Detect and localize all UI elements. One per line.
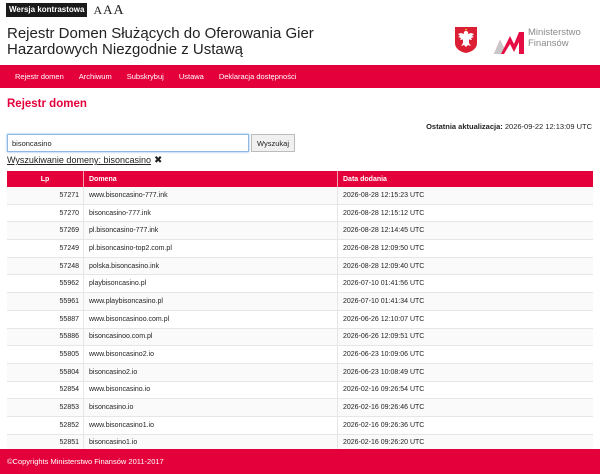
row-lp: 57248 <box>7 257 84 276</box>
row-domain: www.bisoncasino1.io <box>83 416 338 435</box>
ministry-logo[interactable]: Ministerstwo Finansów <box>492 26 592 58</box>
table-row: 57271 www.bisoncasino-777.ink 2026-08-28 1… <box>7 187 593 205</box>
row-lp: 57270 <box>7 204 84 223</box>
row-domain: www.playbisoncasino.pl <box>83 292 338 311</box>
row-date: 2026-08-28 12:15:23 UTC <box>337 187 593 205</box>
row-domain: www.bisoncasino2.io <box>83 345 338 364</box>
row-domain: bisoncasino2.io <box>83 363 338 382</box>
close-icon[interactable]: ✖ <box>154 155 162 165</box>
column-header-data[interactable]: Data dodania <box>337 171 593 187</box>
row-lp: 57249 <box>7 239 84 258</box>
ministry-logo-icon <box>494 32 524 54</box>
nav-item-archiwum[interactable]: Archiwum <box>71 72 119 81</box>
row-date: 2026-06-23 10:09:06 UTC <box>337 345 593 364</box>
main-navigation: Rejestr domen Archiwum Subskrybuj Ustawa… <box>0 65 600 88</box>
row-domain: bisoncasino-777.ink <box>83 204 338 223</box>
site-title[interactable]: Rejestr Domen Służących do Oferowania Gi… <box>7 26 447 58</box>
row-date: 2026-07-10 01:41:56 UTC <box>337 274 593 294</box>
contrast-toggle-button[interactable]: Wersja kontrastowa <box>6 3 88 17</box>
row-date: 2026-07-10 01:41:34 UTC <box>337 292 593 311</box>
row-domain: polska.bisoncasino.ink <box>83 257 338 276</box>
ministry-name-line2: Finansów <box>528 38 569 49</box>
active-query-label: Wyszukiwanie domeny: <box>7 155 101 165</box>
font-size-controls: AAA <box>93 2 124 19</box>
table-row: 55961 www.playbisoncasino.pl 2026-07-10 01… <box>7 292 593 311</box>
row-date: 2026-02-16 09:26:54 UTC <box>337 381 593 400</box>
last-update-value: 2026-09-22 12:13:09 UTC <box>504 122 592 131</box>
table-row: 52853 bisoncasino.io 2026-02-16 09:26:46 U… <box>7 398 593 417</box>
font-size-small-button[interactable]: A <box>93 3 103 17</box>
table-row: 55886 bisoncasinoo.com.pl 2026-06-26 12:09… <box>7 328 593 347</box>
row-lp: 55805 <box>7 345 84 364</box>
active-query-value: bisoncasino <box>103 155 152 165</box>
nav-item-deklaracja[interactable]: Deklaracja dostępności <box>211 72 304 81</box>
row-date: 2026-08-28 12:15:12 UTC <box>337 204 593 223</box>
domain-table: Lp Domena Data dodania 57271 www.bisoncas… <box>7 171 593 453</box>
table-row: 57248 polska.bisoncasino.ink 2026-08-28 12… <box>7 257 593 276</box>
column-header-lp[interactable]: Lp <box>7 171 84 187</box>
row-domain: www.bisoncasino.io <box>83 381 338 400</box>
site-header: Rejestr Domen Służących do Oferowania Gi… <box>7 26 447 58</box>
row-lp: 55962 <box>7 274 84 294</box>
row-domain: playbisoncasino.pl <box>83 274 338 294</box>
row-lp: 55961 <box>7 292 84 311</box>
table-row: 55804 bisoncasino2.io 2026-06-23 10:08:49 … <box>7 363 593 382</box>
row-lp: 55887 <box>7 310 84 329</box>
polish-eagle-icon <box>455 27 477 53</box>
row-lp: 55886 <box>7 328 84 347</box>
table-row: 55962 playbisoncasino.pl 2026-07-10 01:41:… <box>7 274 593 294</box>
row-domain: bisoncasinoo.com.pl <box>83 328 338 347</box>
search-input[interactable] <box>7 134 249 152</box>
row-date: 2026-06-26 12:09:51 UTC <box>337 328 593 347</box>
nav-item-subskrybuj[interactable]: Subskrybuj <box>119 72 171 81</box>
nav-item-rejestr-domen[interactable]: Rejestr domen <box>0 72 71 81</box>
row-lp: 57271 <box>7 187 84 205</box>
row-lp: 57269 <box>7 221 84 241</box>
table-header-row: Lp Domena Data dodania <box>7 171 593 187</box>
row-lp: 52853 <box>7 398 84 417</box>
search-form: Wyszukaj <box>7 134 296 152</box>
active-query-text[interactable]: Wyszukiwanie domeny: bisoncasino <box>7 155 151 165</box>
column-header-domena[interactable]: Domena <box>83 171 338 187</box>
table-row: 57270 bisoncasino-777.ink 2026-08-28 12:15… <box>7 204 593 223</box>
row-date: 2026-08-28 12:09:50 UTC <box>337 239 593 258</box>
ministry-name-line1: Ministerstwo <box>528 27 581 38</box>
row-domain: www.bisoncasino-777.ink <box>83 187 338 205</box>
font-size-medium-button[interactable]: A <box>103 2 113 17</box>
table-body: 57271 www.bisoncasino-777.ink 2026-08-28 1… <box>7 187 593 453</box>
row-date: 2026-02-16 09:26:46 UTC <box>337 398 593 417</box>
footer-copyright: ©Copyrights Ministerstwo Finansów 2011-2… <box>7 457 164 466</box>
site-footer: ©Copyrights Ministerstwo Finansów 2011-2… <box>0 449 600 474</box>
row-domain: www.bisoncasinoo.com.pl <box>83 310 338 329</box>
table-row: 57249 pl.bisoncasino-top2.com.pl 2026-08-2… <box>7 239 593 258</box>
table-row: 55887 www.bisoncasinoo.com.pl 2026-06-26 1… <box>7 310 593 329</box>
table-row: 52852 www.bisoncasino1.io 2026-02-16 09:26… <box>7 416 593 435</box>
row-date: 2026-06-23 10:08:49 UTC <box>337 363 593 382</box>
nav-item-ustawa[interactable]: Ustawa <box>171 72 211 81</box>
font-size-large-button[interactable]: A <box>114 3 125 18</box>
table-row: 55805 www.bisoncasino2.io 2026-06-23 10:09… <box>7 345 593 364</box>
row-lp: 52854 <box>7 381 84 400</box>
row-date: 2026-02-16 09:26:36 UTC <box>337 416 593 435</box>
site-title-line1: Rejestr Domen Służących do Oferowania Gi… <box>7 25 314 42</box>
row-lp: 52852 <box>7 416 84 435</box>
page-title: Rejestr domen <box>7 98 87 110</box>
accessibility-bar: Wersja kontrastowa AAA <box>6 0 125 20</box>
search-button[interactable]: Wyszukaj <box>251 134 296 152</box>
row-domain: pl.bisoncasino-top2.com.pl <box>83 239 338 258</box>
site-title-line2: Hazardowych Niezgodnie z Ustawą <box>7 41 243 58</box>
table-row: 52854 www.bisoncasino.io 2026-02-16 09:26:… <box>7 381 593 400</box>
last-update: Ostatnia aktualizacja: 2026-09-22 12:13:… <box>426 122 592 131</box>
row-domain: pl.bisoncasino-777.ink <box>83 221 338 241</box>
row-lp: 55804 <box>7 363 84 382</box>
ministry-name: Ministerstwo Finansów <box>528 27 581 49</box>
active-query: Wyszukiwanie domeny: bisoncasino ✖ <box>7 155 162 165</box>
row-domain: bisoncasino.io <box>83 398 338 417</box>
table-row: 57269 pl.bisoncasino-777.ink 2026-08-28 12… <box>7 221 593 241</box>
row-date: 2026-06-26 12:10:07 UTC <box>337 310 593 329</box>
last-update-label: Ostatnia aktualizacja: <box>426 122 503 131</box>
row-date: 2026-08-28 12:14:45 UTC <box>337 221 593 241</box>
row-date: 2026-08-28 12:09:40 UTC <box>337 257 593 276</box>
